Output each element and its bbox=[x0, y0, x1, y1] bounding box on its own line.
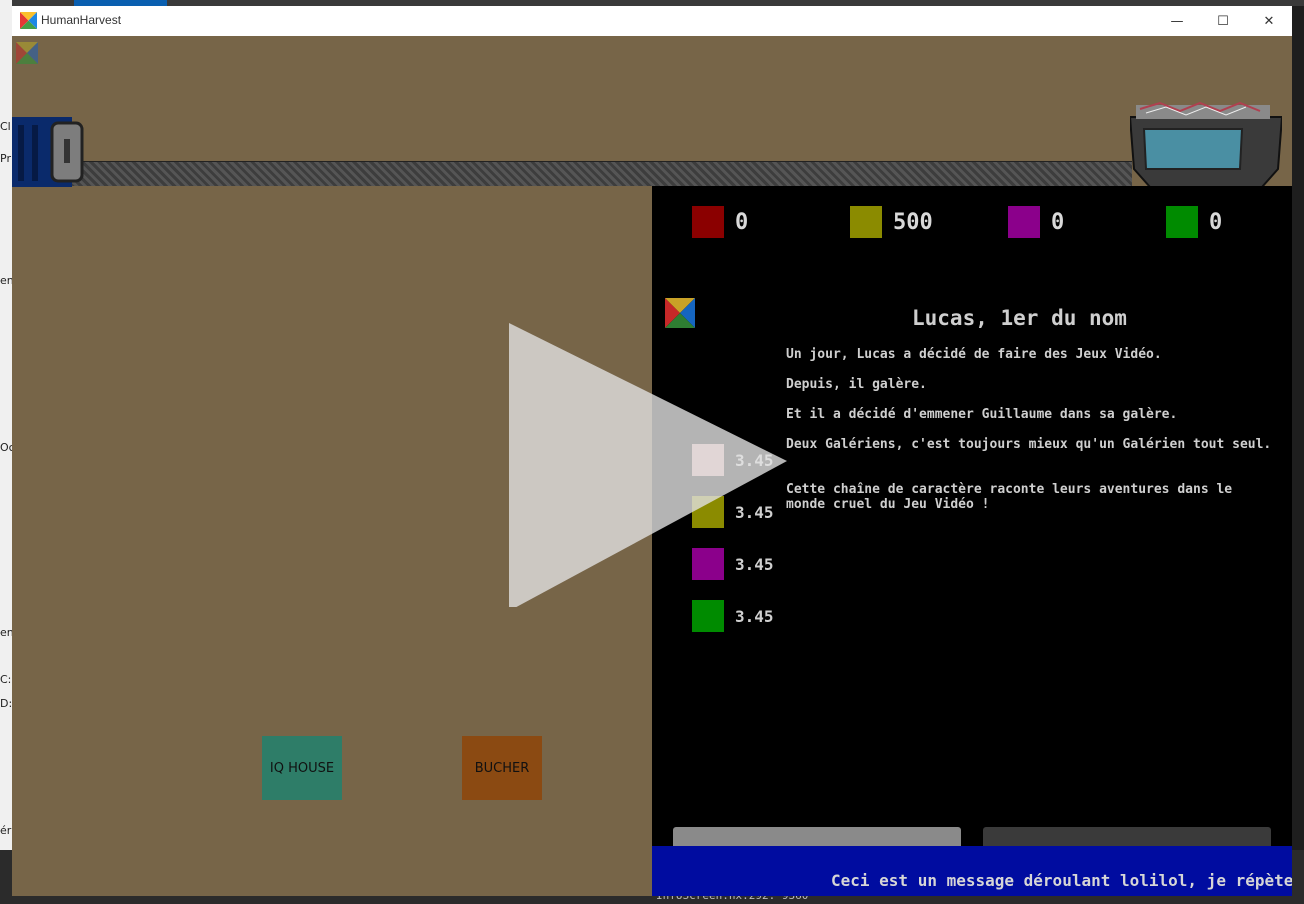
production-rate: 3.45 bbox=[692, 600, 774, 632]
rate-value: 3.45 bbox=[735, 450, 774, 470]
story-title: Lucas, 1er du nom bbox=[912, 306, 1127, 330]
minimize-button[interactable]: — bbox=[1154, 6, 1200, 36]
rate-value: 3.45 bbox=[735, 554, 774, 574]
iq-house-building[interactable]: IQ HOUSE bbox=[262, 736, 342, 800]
conveyor-belt bbox=[62, 161, 1132, 186]
purple-rate-icon bbox=[692, 548, 724, 580]
spawner-machine-icon[interactable] bbox=[12, 117, 84, 187]
resource-counter: 0 bbox=[1166, 206, 1222, 238]
story-logo-icon bbox=[665, 298, 695, 328]
close-button[interactable]: ✕ bbox=[1246, 6, 1292, 36]
game-window: HumanHarvest — ☐ ✕ IQ HOUSE BUCHER 0 500… bbox=[12, 6, 1292, 896]
news-ticker: Ceci est un message déroulant lolilol, j… bbox=[652, 846, 1292, 896]
ticker-message: Ceci est un message déroulant lolilol, j… bbox=[831, 871, 1292, 890]
bucher-label: BUCHER bbox=[474, 760, 530, 776]
minimize-icon: — bbox=[1170, 13, 1184, 29]
close-icon: ✕ bbox=[1263, 13, 1275, 29]
rate-value: 3.45 bbox=[735, 502, 774, 522]
resource-counter: 500 bbox=[850, 206, 933, 238]
rate-value: 3.45 bbox=[735, 606, 774, 626]
background-app-strip: Cl Pr en Oc en C: D: ér bbox=[0, 0, 15, 904]
story-line: Un jour, Lucas a décidé de faire des Jeu… bbox=[786, 347, 1162, 362]
background-text: Cl bbox=[0, 120, 11, 133]
app-logo-icon bbox=[20, 12, 37, 29]
game-logo-icon bbox=[16, 42, 38, 64]
production-rate: 3.45 bbox=[692, 548, 774, 580]
resource-value: 0 bbox=[1209, 209, 1223, 235]
background-text: D: bbox=[0, 697, 13, 710]
info-panel: 0 500 0 0 Lucas, 1er du nom Un jour, Luc… bbox=[652, 186, 1292, 896]
title-bar[interactable]: HumanHarvest — ☐ ✕ bbox=[12, 6, 1292, 36]
green-rate-icon bbox=[692, 600, 724, 632]
purple-resource-icon bbox=[1008, 206, 1040, 238]
yellow-rate-icon bbox=[692, 496, 724, 528]
maximize-button[interactable]: ☐ bbox=[1200, 6, 1246, 36]
yellow-resource-icon bbox=[850, 206, 882, 238]
story-line: Cette chaîne de caractère raconte leurs … bbox=[786, 482, 1233, 512]
resource-value: 0 bbox=[735, 209, 749, 235]
bucher-building[interactable]: BUCHER bbox=[462, 736, 542, 800]
red-rate-icon bbox=[692, 444, 724, 476]
maximize-icon: ☐ bbox=[1217, 13, 1229, 29]
story-line: Deux Galériens, c'est toujours mieux qu'… bbox=[786, 437, 1272, 452]
production-rate: 3.45 bbox=[692, 444, 774, 476]
background-text: C: bbox=[0, 673, 12, 686]
resource-value: 0 bbox=[1051, 209, 1065, 235]
green-resource-icon bbox=[1166, 206, 1198, 238]
resource-counter: 0 bbox=[692, 206, 748, 238]
story-line: Et il a décidé d'emmener Guillaume dans … bbox=[786, 407, 1178, 422]
resource-value: 500 bbox=[893, 209, 933, 235]
background-text: ér bbox=[0, 824, 12, 837]
story-line: Depuis, il galère. bbox=[786, 377, 927, 392]
iq-house-label: IQ HOUSE bbox=[269, 760, 335, 776]
harvest-bucket-icon[interactable] bbox=[1130, 99, 1282, 187]
red-resource-icon bbox=[692, 206, 724, 238]
window-title: HumanHarvest bbox=[41, 13, 122, 27]
resource-counter: 0 bbox=[1008, 206, 1064, 238]
production-rate: 3.45 bbox=[692, 496, 774, 528]
background-text: Pr bbox=[0, 152, 11, 165]
